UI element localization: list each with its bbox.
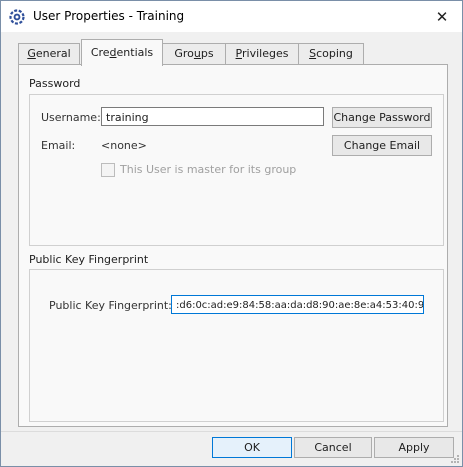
ok-button[interactable]: OK (212, 437, 292, 458)
cancel-button[interactable]: Cancel (294, 437, 372, 458)
ok-button-label: OK (244, 441, 260, 454)
tab-scoping[interactable]: Scoping (298, 43, 364, 64)
tab-label: Credentials (90, 46, 154, 59)
username-label: Username: (41, 111, 101, 124)
email-label: Email: (41, 139, 76, 152)
fingerprint-label: Public Key Fingerprint: (49, 299, 172, 312)
apply-button-label: Apply (398, 441, 430, 454)
change-password-button[interactable]: Change Password (332, 107, 432, 128)
window-title: User Properties - Training (33, 9, 185, 23)
username-field[interactable]: training (101, 107, 324, 126)
tab-credentials[interactable]: Credentials (81, 39, 163, 66)
fingerprint-group-title: Public Key Fingerprint (29, 253, 149, 266)
close-icon: ✕ (435, 7, 449, 26)
password-group: Username: training Change Password Email… (29, 94, 444, 246)
password-group-title: Password (29, 77, 81, 90)
resize-grip-icon[interactable] (450, 454, 460, 464)
tab-groups[interactable]: Groups (162, 43, 226, 64)
fingerprint-field[interactable]: :d6:0c:ad:e9:84:58:aa:da:d8:90:ae:8e:a4:… (171, 295, 424, 314)
footer-divider (1, 431, 462, 432)
gear-icon (9, 9, 25, 25)
apply-button[interactable]: Apply (374, 437, 454, 458)
title-bar: User Properties - Training ✕ (1, 1, 462, 32)
tab-general[interactable]: General (18, 43, 80, 64)
fingerprint-group: Public Key Fingerprint: :d6:0c:ad:e9:84:… (29, 269, 444, 422)
credentials-panel: Password Username: training Change Passw… (18, 64, 448, 427)
close-button[interactable]: ✕ (422, 1, 462, 32)
tab-label: Privileges (235, 47, 289, 60)
master-checkbox[interactable] (101, 163, 115, 177)
tab-label: Groups (174, 47, 214, 60)
change-email-button[interactable]: Change Email (332, 135, 432, 156)
user-properties-dialog: User Properties - Training ✕ General Cre… (0, 0, 463, 467)
email-value: <none> (101, 139, 147, 152)
tab-privileges[interactable]: Privileges (225, 43, 299, 64)
tab-label: Scoping (309, 47, 353, 60)
master-checkbox-label: This User is master for its group (120, 163, 297, 176)
tab-label: General (27, 47, 71, 60)
cancel-button-label: Cancel (314, 441, 352, 454)
